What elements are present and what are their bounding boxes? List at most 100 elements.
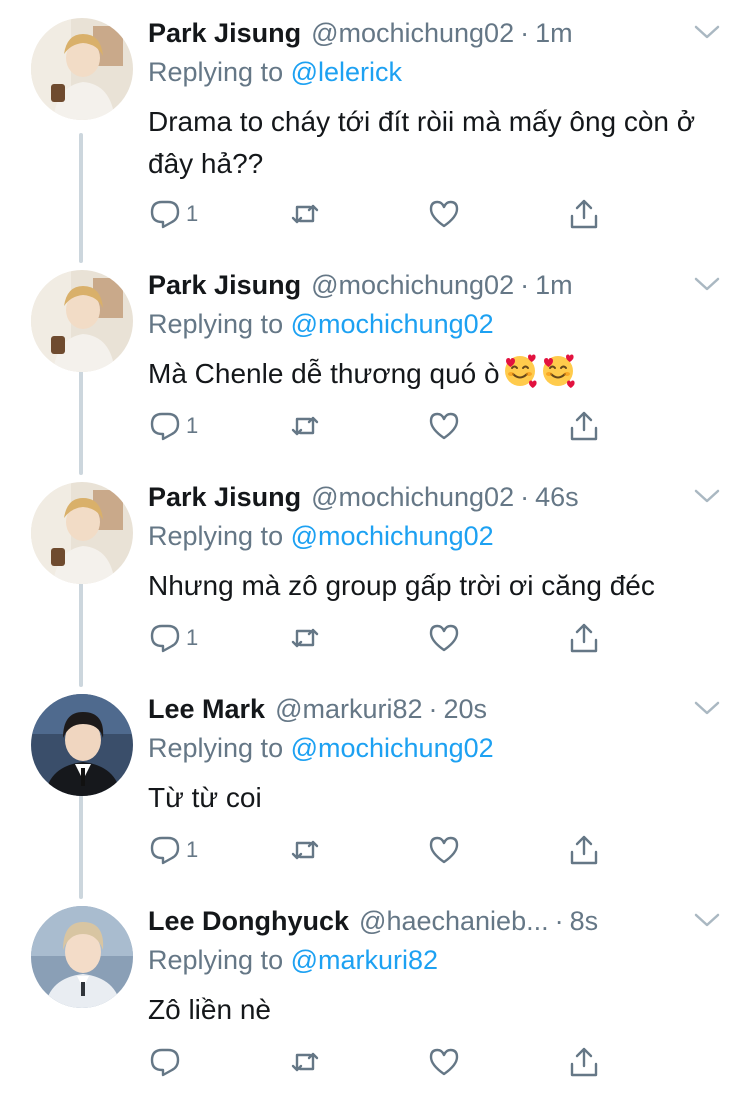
tweet-header: Park Jisung @mochichung02 · 1m (148, 18, 680, 54)
tweet-actions: 1 (148, 406, 608, 446)
heart-icon (427, 621, 461, 655)
retweet-icon (288, 197, 322, 231)
tweet-actions: 1 (148, 830, 608, 870)
display-name[interactable]: Lee Mark (148, 694, 265, 724)
tweet-actions: 1 (148, 194, 608, 234)
mention-link[interactable]: @markuri82 (291, 945, 438, 975)
retweet-button[interactable] (288, 618, 322, 658)
replying-to-label: Replying to (148, 733, 284, 763)
heart-icon (427, 833, 461, 867)
reply-count: 1 (186, 201, 199, 226)
retweet-icon (288, 409, 322, 443)
like-button[interactable] (427, 406, 461, 446)
timestamp[interactable]: 20s (444, 694, 488, 724)
like-button[interactable] (427, 194, 461, 234)
username[interactable]: @mochichung02 (311, 18, 514, 48)
tweet[interactable]: Park Jisung @mochichung02 · 46s Replying to… (0, 464, 750, 676)
avatar[interactable] (31, 18, 133, 120)
tweet[interactable]: Park Jisung @mochichung02 · 1m Replying to … (0, 0, 750, 229)
replying-to-label: Replying to (148, 521, 284, 551)
tweet-text: Drama to cháy tới đít ròii mà mấy ông cò… (148, 101, 738, 185)
username[interactable]: @markuri82 (275, 694, 422, 724)
display-name[interactable]: Park Jisung (148, 18, 301, 48)
retweet-button[interactable] (288, 830, 322, 870)
share-button[interactable] (567, 830, 601, 870)
heart-icon (427, 1045, 461, 1079)
replying-to: Replying to @mochichung02 (148, 733, 494, 764)
replying-to: Replying to @mochichung02 (148, 309, 494, 340)
mention-link[interactable]: @mochichung02 (291, 309, 494, 339)
tweet-text-content: Từ từ coi (148, 782, 262, 813)
retweet-icon (288, 621, 322, 655)
share-button[interactable] (567, 406, 601, 446)
replying-to-label: Replying to (148, 309, 284, 339)
separator-dot: · (520, 482, 530, 512)
mention-link[interactable]: @mochichung02 (291, 521, 494, 551)
share-button[interactable] (567, 194, 601, 234)
share-button[interactable] (567, 1042, 601, 1082)
replying-to-label: Replying to (148, 57, 284, 87)
tweet-text: Mà Chenle dễ thương quó ò (148, 353, 738, 395)
mention-link[interactable]: @mochichung02 (291, 733, 494, 763)
reply-icon (148, 197, 182, 231)
chevron-down-icon[interactable] (692, 910, 722, 930)
tweet-text-content: Zô liền nè (148, 994, 271, 1025)
username[interactable]: @mochichung02 (311, 482, 514, 512)
reply-icon (148, 409, 182, 443)
share-icon (567, 621, 601, 655)
like-button[interactable] (427, 618, 461, 658)
timestamp[interactable]: 46s (535, 482, 579, 512)
share-button[interactable] (567, 618, 601, 658)
reply-button[interactable]: 1 (148, 618, 198, 658)
separator-dot: · (520, 18, 530, 48)
display-name[interactable]: Park Jisung (148, 270, 301, 300)
timestamp[interactable]: 1m (535, 270, 573, 300)
replying-to: Replying to @mochichung02 (148, 521, 494, 552)
reply-icon (148, 621, 182, 655)
timestamp[interactable]: 8s (570, 906, 599, 936)
reply-button[interactable]: 1 (148, 194, 198, 234)
separator-dot: · (554, 906, 564, 936)
retweet-button[interactable] (288, 406, 322, 446)
retweet-button[interactable] (288, 194, 322, 234)
display-name[interactable]: Park Jisung (148, 482, 301, 512)
tweet-text: Zô liền nè (148, 989, 738, 1031)
like-button[interactable] (427, 1042, 461, 1082)
reply-button[interactable] (148, 1042, 186, 1082)
separator-dot: · (428, 694, 438, 724)
share-icon (567, 409, 601, 443)
tweet[interactable]: Park Jisung @mochichung02 · 1m Replying to … (0, 252, 750, 464)
chevron-down-icon[interactable] (692, 698, 722, 718)
reply-button[interactable]: 1 (148, 406, 198, 446)
timestamp[interactable]: 1m (535, 18, 573, 48)
display-name[interactable]: Lee Donghyuck (148, 906, 349, 936)
avatar[interactable] (31, 906, 133, 1008)
tweet-header: Lee Donghyuck @haechanieb... · 8s (148, 906, 680, 942)
like-button[interactable] (427, 830, 461, 870)
chevron-down-icon[interactable] (692, 274, 722, 294)
chevron-down-icon[interactable] (692, 486, 722, 506)
tweet-text-content: Drama to cháy tới đít ròii mà mấy ông cò… (148, 106, 696, 179)
avatar[interactable] (31, 482, 133, 584)
tweet-text-content: Mà Chenle dễ thương quó ò (148, 358, 500, 389)
tweet-actions: 1 (148, 618, 608, 658)
reply-count: 1 (186, 625, 199, 650)
tweet[interactable]: Lee Mark @markuri82 · 20s Replying to @moch… (0, 676, 750, 888)
tweet[interactable]: Lee Donghyuck @haechanieb... · 8s Replying … (0, 888, 750, 1100)
share-icon (567, 833, 601, 867)
heart-icon (427, 409, 461, 443)
separator-dot: · (520, 270, 530, 300)
avatar[interactable] (31, 694, 133, 796)
avatar[interactable] (31, 270, 133, 372)
share-icon (567, 1045, 601, 1079)
reply-count: 1 (186, 837, 199, 862)
username[interactable]: @haechanieb... (359, 906, 549, 936)
retweet-button[interactable] (288, 1042, 322, 1082)
tweet-text: Từ từ coi (148, 777, 738, 819)
chevron-down-icon[interactable] (692, 22, 722, 42)
reply-button[interactable]: 1 (148, 830, 198, 870)
mention-link[interactable]: @lelerick (291, 57, 402, 87)
tweet-header: Park Jisung @mochichung02 · 46s (148, 482, 680, 518)
smiling-face-with-hearts-icon (540, 353, 576, 389)
username[interactable]: @mochichung02 (311, 270, 514, 300)
